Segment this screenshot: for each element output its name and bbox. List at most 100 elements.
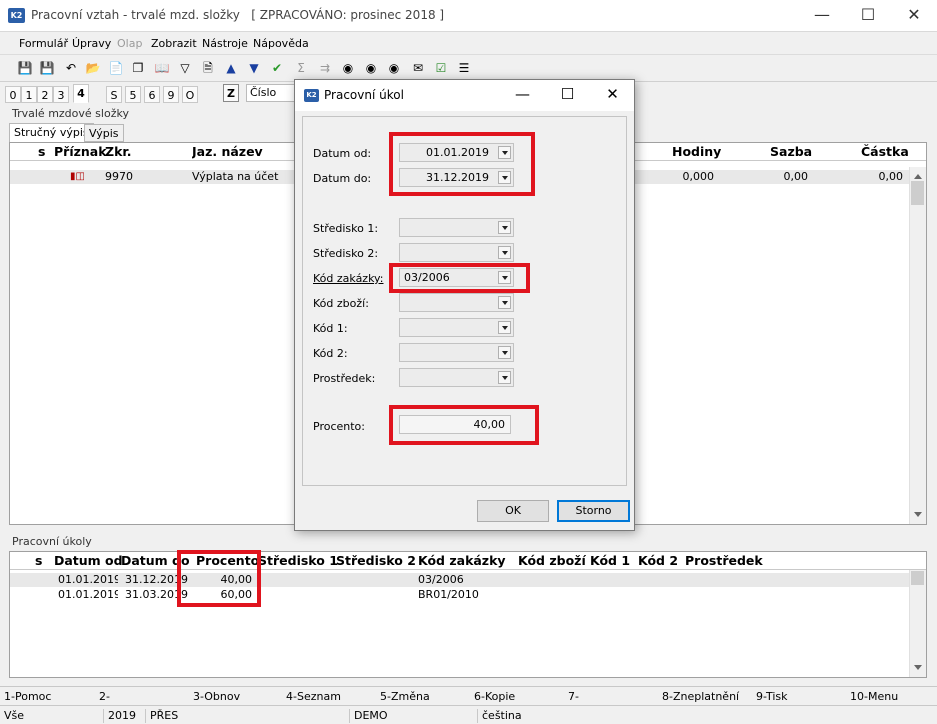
chevron-down-icon[interactable] [498,246,511,259]
menu-upravy[interactable]: Úpravy [72,37,111,50]
chevron-down-icon[interactable] [498,296,511,309]
chevron-down-icon[interactable] [498,171,511,184]
stredisko2-field[interactable] [399,243,514,262]
approve-icon[interactable]: ☑ [432,59,450,77]
close-button[interactable]: ✕ [891,0,937,32]
col-stredisko2[interactable]: Středisko 2 [336,552,416,569]
vertical-scrollbar[interactable] [909,167,926,524]
fkey-7[interactable]: 7- [568,690,579,703]
mail-icon[interactable]: ✉ [409,59,427,77]
filter-icon[interactable]: ▽ [176,59,194,77]
fkey-4[interactable]: 4-Seznam [286,690,341,703]
datum-od-field[interactable]: 01.01.2019 [399,143,514,162]
page-tab-s[interactable]: S [106,86,122,103]
fkey-1[interactable]: 1-Pomoc [4,690,51,703]
col-hodiny[interactable]: Hodiny [672,143,721,160]
checkmark-icon[interactable]: ✔ [268,59,286,77]
col-kod-zbozi[interactable]: Kód zboží [518,552,586,569]
fkey-8[interactable]: 8-Zneplatnění [662,690,739,703]
arrow-down-icon[interactable]: ▼ [245,59,263,77]
menu-nastroje[interactable]: Nástroje [202,37,248,50]
menu-formular[interactable]: Formulář [19,37,68,50]
storno-button[interactable]: Storno [557,500,630,522]
sum-icon[interactable]: Σ [292,59,310,77]
tab-vypis[interactable]: Výpis [84,124,124,142]
kod-zakazky-field[interactable]: 03/2006 [399,268,514,287]
menu-napoveda[interactable]: Nápověda [253,37,309,50]
sort-key-button[interactable]: Z [223,84,239,102]
col-kod-zakazky[interactable]: Kód zakázky [418,552,506,569]
page-tab-0[interactable]: 0 [5,86,21,103]
col-castka[interactable]: Částka [861,143,909,160]
save-close-icon[interactable]: 💾 [38,59,56,77]
menu-lines-icon[interactable]: ☰ [455,59,473,77]
stredisko1-field[interactable] [399,218,514,237]
col-datum-do[interactable]: Datum do [121,552,190,569]
new-document-icon[interactable]: 📄 [107,59,125,77]
minimize-button[interactable]: — [799,0,845,32]
book-icon[interactable]: 📖 [153,59,171,77]
col-s[interactable]: s [35,552,42,569]
page-tab-2[interactable]: 2 [37,86,53,103]
scroll-down-icon[interactable] [914,512,922,520]
search-filter-icon[interactable]: ◉ [385,59,403,77]
transfer-icon[interactable]: ⇉ [316,59,334,77]
undo-icon[interactable]: ↶ [62,59,80,77]
fkey-9[interactable]: 9-Tisk [756,690,788,703]
col-kod2[interactable]: Kód 2 [638,552,678,569]
datum-do-field[interactable]: 31.12.2019 [399,168,514,187]
col-stredisko1[interactable]: Středisko 1 [258,552,338,569]
chevron-down-icon[interactable] [498,271,511,284]
binoculars-icon[interactable]: ◉ [339,59,357,77]
page-tab-3[interactable]: 3 [53,86,69,103]
fkey-6[interactable]: 6-Kopie [474,690,515,703]
kod2-field[interactable] [399,343,514,362]
maximize-button[interactable]: ☐ [845,0,891,32]
procento-field[interactable]: 40,00 [399,415,511,434]
col-prostredek[interactable]: Prostředek [685,552,763,569]
col-datum-od[interactable]: Datum od [54,552,123,569]
col-s[interactable]: s [38,143,45,160]
scroll-up-icon[interactable] [914,171,922,179]
col-jaz-nazev[interactable]: Jaz. název [192,143,263,160]
page-tab-1[interactable]: 1 [21,86,37,103]
tab-strucny-vypis[interactable]: Stručný výpis [9,123,94,142]
save-icon[interactable]: 💾 [16,59,34,77]
vertical-scrollbar[interactable] [909,570,926,677]
col-procento[interactable]: Procento [196,552,259,569]
scroll-thumb[interactable] [911,181,924,205]
search-next-icon[interactable]: ◉ [362,59,380,77]
chevron-down-icon[interactable] [498,371,511,384]
col-sazba[interactable]: Sazba [770,143,812,160]
col-kod1[interactable]: Kód 1 [590,552,630,569]
fkey-2[interactable]: 2- [99,690,110,703]
fkey-10[interactable]: 10-Menu [850,690,898,703]
page-tab-5[interactable]: 5 [125,86,141,103]
chevron-down-icon[interactable] [498,146,511,159]
filter-document-icon[interactable]: 🗎 [199,59,217,77]
kod-zbozi-field[interactable] [399,293,514,312]
table-row[interactable]: 01.01.2019 31.12.2019 40,00 03/2006 [10,573,909,587]
dialog-close-button[interactable]: ✕ [590,80,635,111]
page-tab-4[interactable]: 4 [73,84,89,103]
fkey-3[interactable]: 3-Obnov [193,690,240,703]
fkey-5[interactable]: 5-Změna [380,690,430,703]
ok-button[interactable]: OK [477,500,549,522]
scroll-thumb[interactable] [911,571,924,585]
page-tab-o[interactable]: O [182,86,198,103]
copy-icon[interactable]: ❐ [129,59,147,77]
col-zkr[interactable]: Zkr. [105,143,132,160]
dialog-minimize-button[interactable]: — [500,80,545,111]
chevron-down-icon[interactable] [498,221,511,234]
open-folder-icon[interactable]: 📂 [84,59,102,77]
col-priznak[interactable]: Příznak [54,143,107,160]
table-row[interactable]: 01.01.2019 31.03.2019 60,00 BR01/2010 [10,588,909,602]
page-tab-6[interactable]: 6 [144,86,160,103]
menu-olap[interactable]: Olap [117,37,142,50]
page-tab-9[interactable]: 9 [163,86,179,103]
scroll-down-icon[interactable] [914,665,922,673]
chevron-down-icon[interactable] [498,346,511,359]
prostredek-field[interactable] [399,368,514,387]
chevron-down-icon[interactable] [498,321,511,334]
menu-zobrazit[interactable]: Zobrazit [151,37,197,50]
